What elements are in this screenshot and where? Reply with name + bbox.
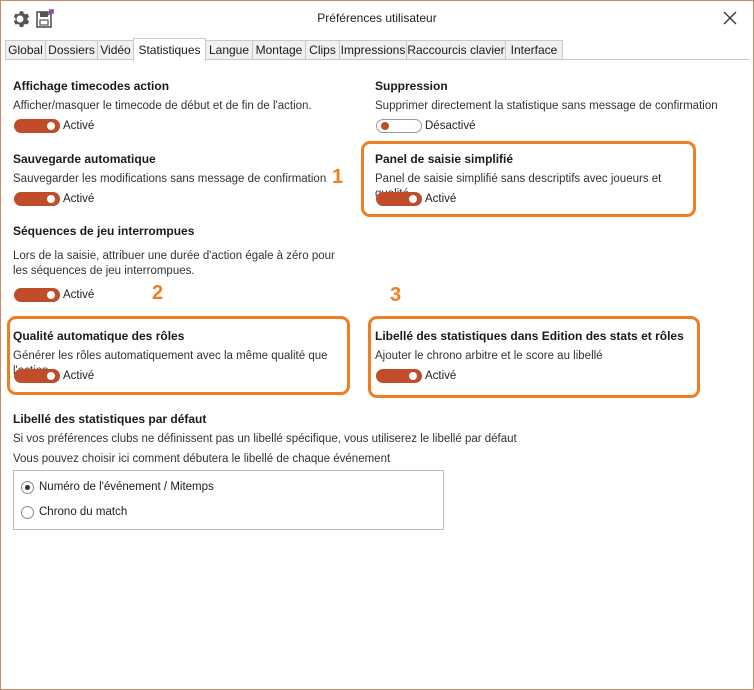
setting-sequences: Séquences de jeu interrompues Lors de la… [13,224,343,279]
setting-sauvegarde: Sauvegarde automatique Sauvegarder les m… [13,152,343,187]
callout-number-1: 1 [332,166,344,188]
tab-statistiques[interactable]: Statistiques [133,38,206,61]
setting-affichage-timecodes: Affichage timecodes action Afficher/masq… [13,79,343,114]
libelle-options-group: Numéro de l'événement / Mitemps Chrono d… [13,470,444,530]
tab-impressions[interactable]: Impressions [339,40,407,59]
tab-interface[interactable]: Interface [505,40,563,59]
toggle-state-label: Activé [63,193,95,205]
close-icon[interactable] [721,9,739,27]
tab-langue[interactable]: Langue [205,40,253,59]
preferences-window: Préférences utilisateur Global Dossiers … [0,0,754,690]
highlight-box-1 [361,141,696,217]
setting-description: Supprimer directement la statistique san… [375,100,718,112]
tab-montage[interactable]: Montage [252,40,306,59]
setting-description: Afficher/masquer le timecode de début et… [13,100,312,112]
tab-bar: Global Dossiers Vidéo Statistiques Langu… [5,38,751,61]
setting-title: Sauvegarde automatique [13,152,156,166]
setting-description: Si vos préférences clubs ne définissent … [13,433,517,445]
setting-description: Vous pouvez choisir ici comment débutera… [13,453,391,465]
radio-button-checked[interactable] [21,481,34,494]
sauvegarde-toggle[interactable] [14,192,60,206]
callout-number-3: 3 [390,284,402,306]
radio-label: Chrono du match [39,506,128,518]
tab-video[interactable]: Vidéo [97,40,134,59]
setting-libelle-defaut: Libellé des statistiques par défaut Si v… [13,412,713,467]
setting-title: Suppression [375,79,448,93]
setting-title: Séquences de jeu interrompues [13,224,195,238]
tab-global[interactable]: Global [5,40,46,59]
setting-title: Affichage timecodes action [13,79,170,93]
affichage-toggle[interactable] [14,119,60,133]
tab-raccourcis-clavier[interactable]: Raccourcis clavier [406,40,506,59]
highlight-box-2 [7,316,350,395]
toggle-state-label: Désactivé [425,120,476,132]
tab-dossiers[interactable]: Dossiers [45,40,98,59]
toggle-state-label: Activé [63,120,95,132]
suppression-toggle[interactable] [376,119,422,133]
highlight-box-3 [368,316,700,398]
setting-description: Sauvegarder les modifications sans messa… [13,173,327,185]
setting-suppression: Suppression Supprimer directement la sta… [375,79,735,114]
setting-description: Lors de la saisie, attribuer une durée d… [13,249,343,279]
tab-clips[interactable]: Clips [305,40,340,59]
window-title: Préférences utilisateur [317,11,437,25]
title-bar: Préférences utilisateur [1,1,753,36]
setting-title: Libellé des statistiques par défaut [13,412,207,426]
callout-number-2: 2 [152,282,164,304]
radio-label: Numéro de l'événement / Mitemps [39,481,214,493]
radio-button[interactable] [21,506,34,519]
toggle-state-label: Activé [63,289,95,301]
tab-divider [5,59,749,60]
setting-description-line: Lors de la saisie, attribuer une durée d… [13,250,335,262]
sequences-toggle[interactable] [14,288,60,302]
setting-description-line: les séquences de jeu interrompues. [13,265,195,277]
